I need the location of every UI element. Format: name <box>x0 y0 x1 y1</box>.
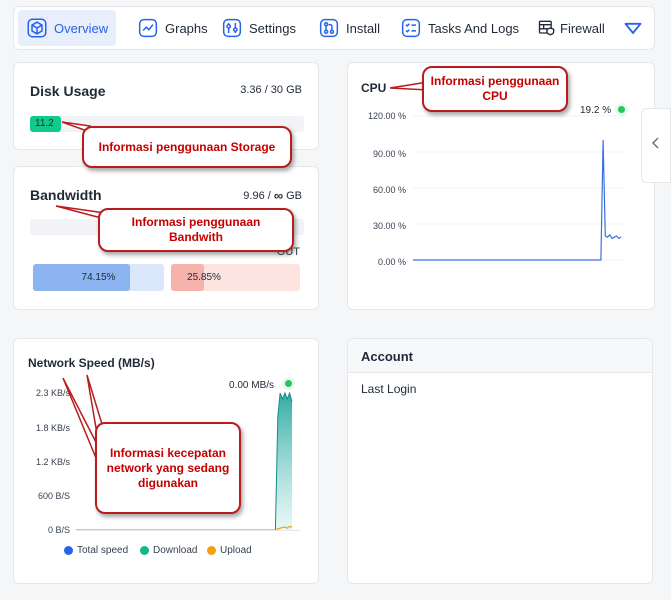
callout-bandwidth: Informasi penggunaan Bandwith <box>98 208 294 252</box>
callout-cpu: Informasi penggunaan CPU <box>422 66 568 112</box>
callout-storage: Informasi penggunaan Storage <box>82 126 292 168</box>
callout-network: Informasi kecepatan network yang sedang … <box>95 422 241 514</box>
